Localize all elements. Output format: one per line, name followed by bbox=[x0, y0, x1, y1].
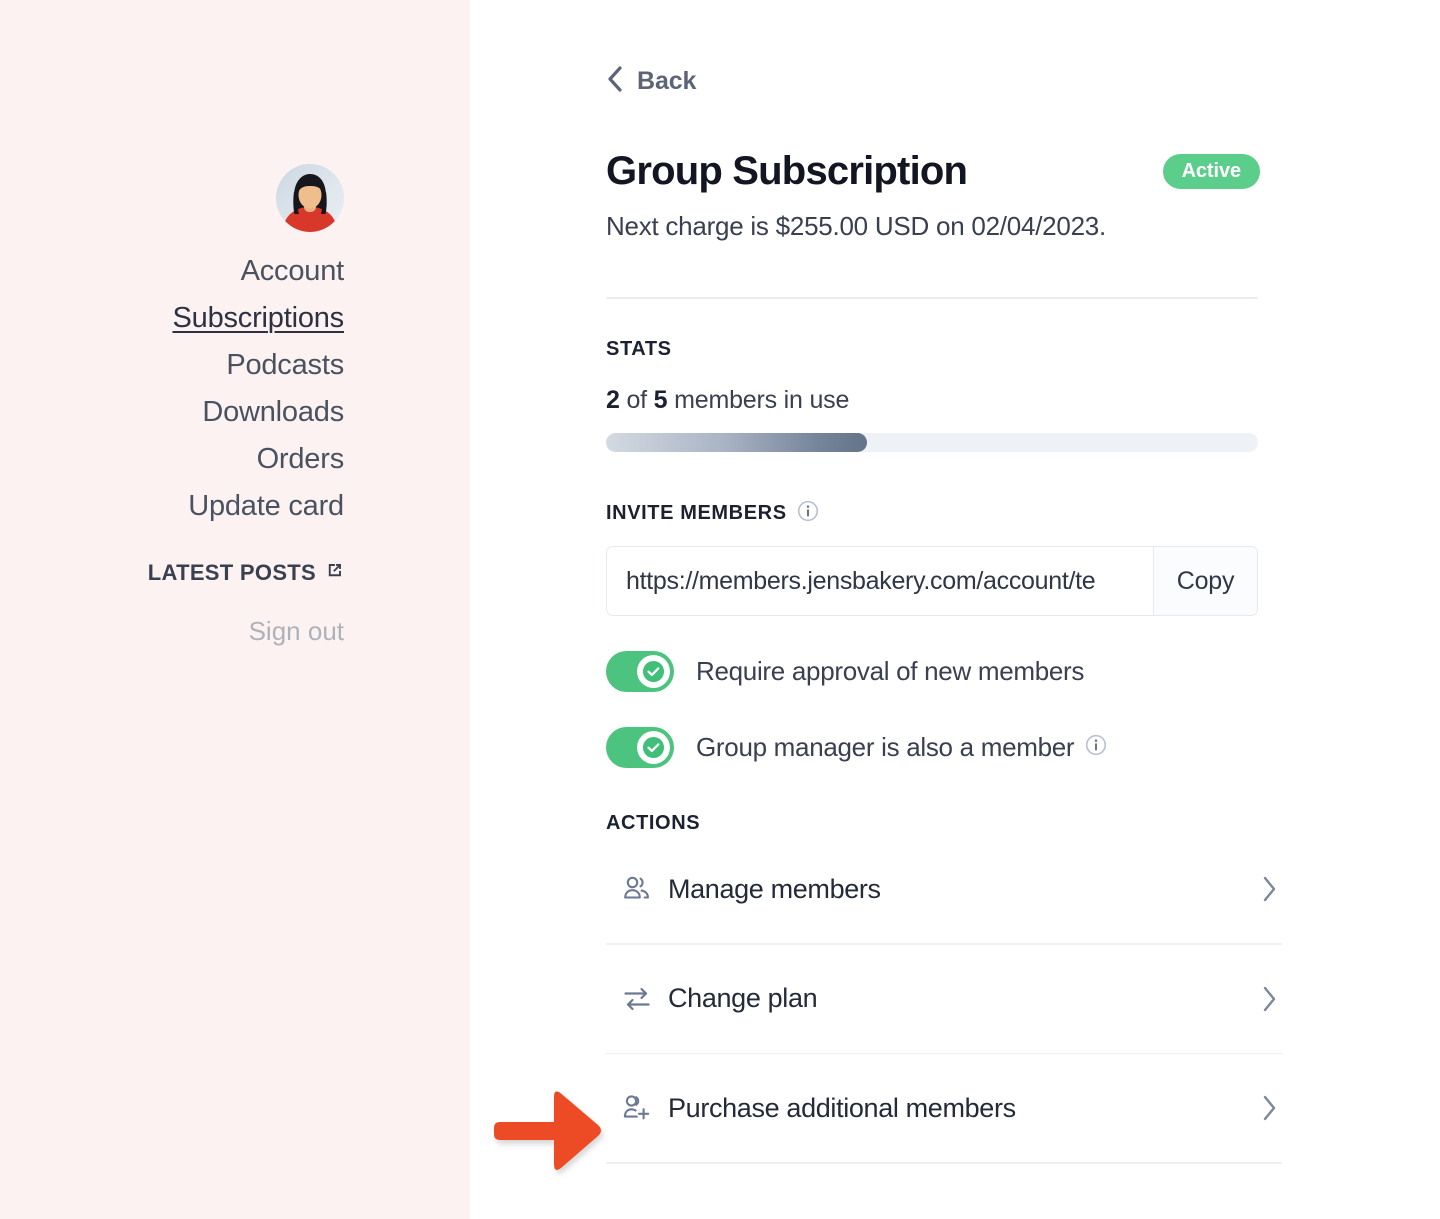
chevron-right-icon bbox=[1242, 876, 1282, 902]
require-approval-toggle[interactable] bbox=[606, 651, 674, 692]
copy-button[interactable]: Copy bbox=[1153, 547, 1257, 615]
page-root: Account Subscriptions Podcasts Downloads… bbox=[0, 0, 1440, 1219]
stats-of-word: of bbox=[626, 386, 647, 414]
title-row: Group Subscription Active bbox=[606, 149, 1260, 193]
sidebar-item-latest-posts[interactable]: LATEST POSTS bbox=[148, 560, 344, 586]
stats-used-count: 2 bbox=[606, 386, 620, 414]
info-icon[interactable] bbox=[1085, 732, 1107, 763]
swap-arrows-icon bbox=[606, 981, 668, 1017]
chevron-right-icon bbox=[1242, 1095, 1282, 1121]
action-change-plan[interactable]: Change plan bbox=[606, 945, 1282, 1053]
toggle-knob bbox=[637, 731, 670, 764]
content-column: Back Group Subscription Active Next char… bbox=[606, 0, 1286, 1164]
action-purchase-additional-members[interactable]: Purchase additional members bbox=[606, 1054, 1282, 1162]
stats-section: STATS 2 of 5 members in use bbox=[606, 338, 1286, 452]
stats-usage-text: 2 of 5 members in use bbox=[606, 386, 1286, 415]
action-label: Change plan bbox=[668, 983, 818, 1013]
invite-link-field: Copy bbox=[606, 546, 1258, 616]
members-progress-bar bbox=[606, 433, 1258, 452]
page-title: Group Subscription bbox=[606, 149, 968, 193]
sidebar: Account Subscriptions Podcasts Downloads… bbox=[0, 0, 470, 1219]
sidebar-item-subscriptions[interactable]: Subscriptions bbox=[173, 295, 345, 342]
back-button[interactable]: Back bbox=[606, 66, 696, 97]
next-charge-text: Next charge is $255.00 USD on 02/04/2023… bbox=[606, 211, 1106, 241]
header-divider bbox=[606, 297, 1258, 299]
sidebar-item-downloads[interactable]: Downloads bbox=[202, 389, 344, 436]
action-divider bbox=[606, 1162, 1282, 1164]
group-manager-toggle[interactable] bbox=[606, 727, 674, 768]
require-approval-label: Require approval of new members bbox=[696, 656, 1084, 687]
invite-members-header: INVITE MEMBERS bbox=[606, 500, 1286, 527]
group-manager-text: Group manager is also a member bbox=[696, 732, 1075, 762]
sidebar-item-orders[interactable]: Orders bbox=[257, 436, 345, 483]
invite-members-section: INVITE MEMBERS Copy bbox=[606, 500, 1286, 616]
sidebar-inner: Account Subscriptions Podcasts Downloads… bbox=[0, 0, 470, 647]
group-manager-label: Group manager is also a member bbox=[696, 732, 1107, 763]
require-approval-text: Require approval of new members bbox=[696, 656, 1085, 686]
external-link-icon bbox=[325, 560, 344, 586]
toggle-row-group-manager[interactable]: Group manager is also a member bbox=[606, 727, 1286, 768]
invite-members-label: INVITE MEMBERS bbox=[606, 502, 787, 524]
stats-suffix: members in use bbox=[674, 386, 850, 414]
sidebar-item-account[interactable]: Account bbox=[241, 248, 345, 295]
info-icon[interactable] bbox=[797, 500, 819, 527]
latest-posts-label: LATEST POSTS bbox=[147, 560, 316, 585]
stats-label: STATS bbox=[606, 338, 672, 360]
chevron-left-icon bbox=[606, 66, 623, 97]
person-add-icon bbox=[606, 1090, 668, 1126]
sidebar-item-podcasts[interactable]: Podcasts bbox=[226, 342, 344, 389]
back-label: Back bbox=[637, 67, 697, 95]
actions-label: ACTIONS bbox=[606, 812, 701, 834]
toggle-row-require-approval[interactable]: Require approval of new members bbox=[606, 651, 1286, 692]
action-label: Purchase additional members bbox=[668, 1092, 1016, 1123]
invite-link-input[interactable] bbox=[607, 547, 1153, 615]
sidebar-item-update-card[interactable]: Update card bbox=[188, 483, 344, 530]
action-manage-members[interactable]: Manage members bbox=[606, 835, 1282, 943]
main-panel: Back Group Subscription Active Next char… bbox=[470, 0, 1440, 1219]
people-icon bbox=[606, 871, 668, 907]
avatar bbox=[276, 164, 344, 232]
actions-section: ACTIONS Manage members Change plan Purch… bbox=[606, 812, 1286, 1164]
stats-total-count: 5 bbox=[653, 386, 668, 414]
sign-out-button[interactable]: Sign out bbox=[249, 616, 344, 647]
status-badge: Active bbox=[1162, 153, 1260, 189]
toggle-knob bbox=[637, 655, 670, 688]
chevron-right-icon bbox=[1242, 986, 1282, 1012]
action-label: Manage members bbox=[668, 873, 881, 904]
members-progress-fill bbox=[606, 433, 867, 452]
